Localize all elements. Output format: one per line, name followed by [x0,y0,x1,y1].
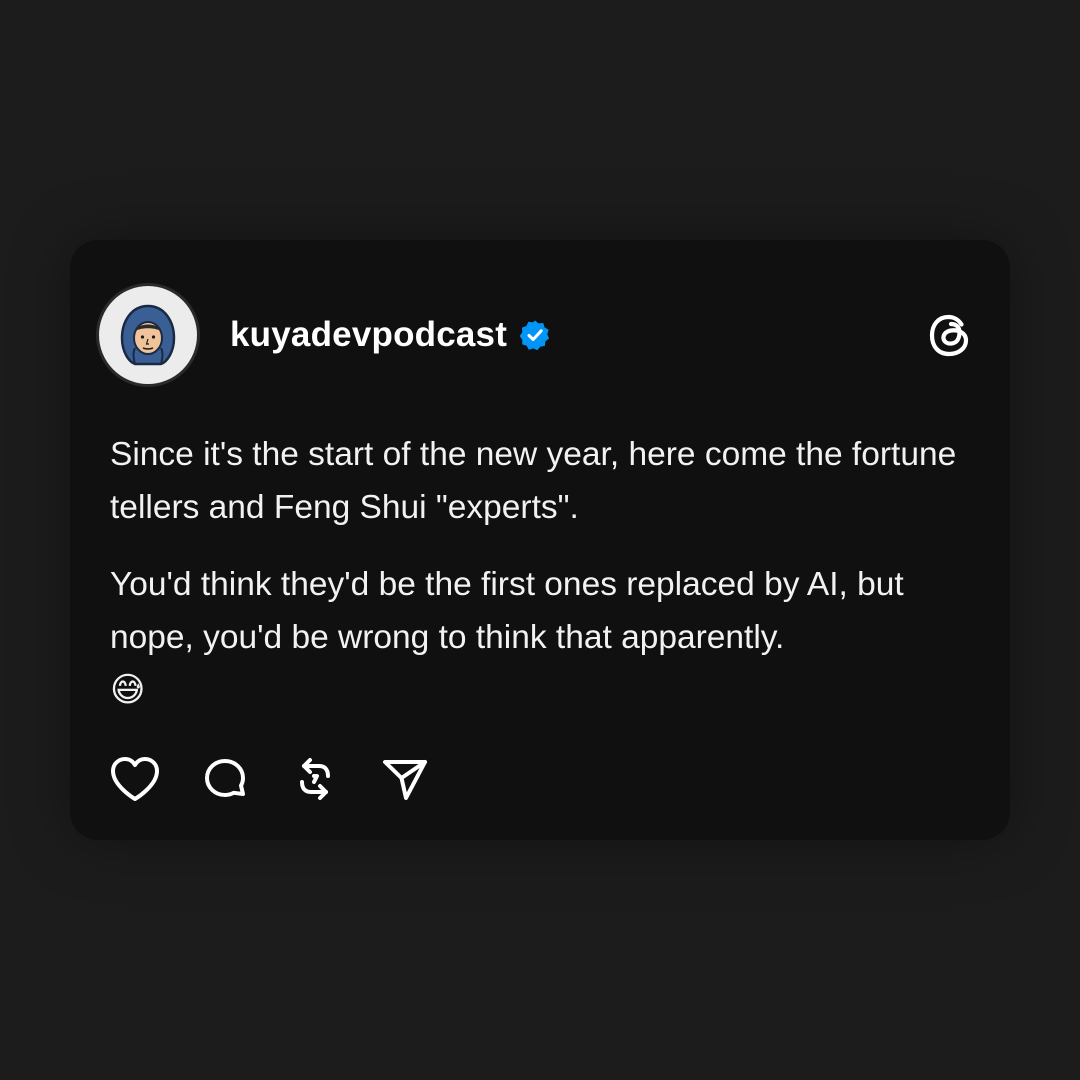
share-icon [383,760,427,800]
comment-icon [205,759,245,797]
comment-button[interactable] [198,752,252,806]
share-button[interactable] [378,752,432,806]
post-card: kuyadevpodcast Since it's the start of t… [70,240,1010,840]
repost-button[interactable] [288,752,342,806]
post-paragraph-2-text: You'd think they'd be the first ones rep… [110,566,904,656]
hooded-developer-avatar-icon [120,304,176,366]
repost-icon [300,758,330,800]
post-body: Since it's the start of the new year, he… [110,428,980,717]
avatar[interactable] [96,283,200,387]
post-paragraph-1: Since it's the start of the new year, he… [110,436,957,526]
verified-badge-icon [519,319,551,351]
sweat-smile-emoji: 😅 [110,670,146,710]
threads-logo-icon[interactable] [924,309,976,361]
like-button[interactable] [108,752,162,806]
heart-icon [111,757,159,801]
post-actions [108,752,468,806]
username[interactable]: kuyadevpodcast [230,315,507,355]
post-header: kuyadevpodcast [96,280,976,390]
post-paragraph-2: You'd think they'd be the first ones rep… [110,558,980,717]
